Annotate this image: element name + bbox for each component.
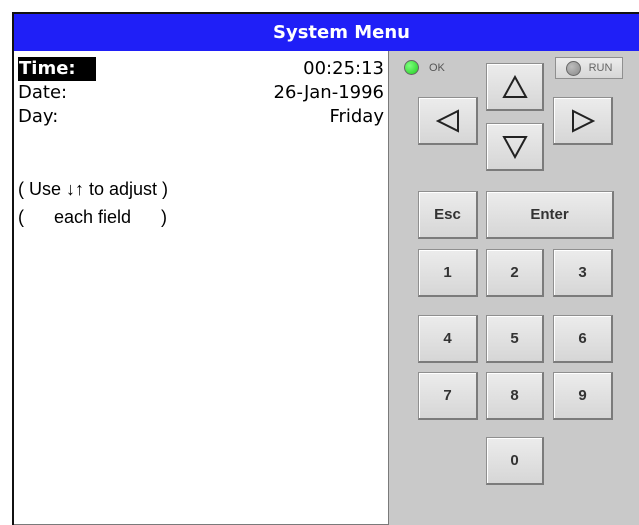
ok-label: OK (429, 61, 445, 74)
left-triangle-icon (435, 108, 460, 133)
up-triangle-icon (501, 74, 528, 99)
digit-8-button[interactable]: 8 (486, 372, 544, 420)
digit-7-label: 7 (443, 387, 452, 404)
run-led-icon (565, 60, 581, 76)
digit-9-label: 9 (578, 387, 587, 404)
right-arrow-button[interactable] (553, 97, 613, 145)
digit-2-button[interactable]: 2 (486, 249, 544, 297)
enter-label: Enter (530, 206, 569, 223)
ok-led-icon (404, 60, 419, 75)
run-indicator: RUN (555, 57, 623, 79)
digit-2-label: 2 (510, 264, 519, 281)
digit-5-label: 5 (510, 330, 519, 347)
digit-8-label: 8 (510, 387, 519, 404)
digit-4-button[interactable]: 4 (418, 315, 478, 363)
digit-5-button[interactable]: 5 (486, 315, 544, 363)
window-title: System Menu (273, 22, 410, 43)
digit-4-label: 4 (443, 330, 452, 347)
left-arrow-button[interactable] (418, 97, 478, 145)
digit-9-button[interactable]: 9 (553, 372, 613, 420)
digit-6-label: 6 (578, 330, 587, 347)
down-triangle-icon (501, 135, 528, 159)
digit-0-button[interactable]: 0 (486, 437, 544, 485)
digit-1-button[interactable]: 1 (418, 249, 478, 297)
hint-line-1: ( Use ↓↑ to adjust ) (18, 179, 169, 199)
time-row[interactable]: Time: 00:25:13 (18, 57, 384, 81)
ok-indicator: OK (404, 60, 445, 75)
esc-label: Esc (434, 206, 461, 223)
hint-line-2: ( each field ) (18, 207, 168, 227)
day-value: Friday (329, 106, 384, 127)
digit-7-button[interactable]: 7 (418, 372, 478, 420)
digit-0-label: 0 (510, 452, 519, 469)
date-label: Date: (18, 82, 68, 103)
time-label: Time: (18, 57, 96, 81)
run-label: RUN (588, 62, 613, 74)
enter-button[interactable]: Enter (486, 191, 614, 239)
digit-3-button[interactable]: 3 (553, 249, 613, 297)
digit-6-button[interactable]: 6 (553, 315, 613, 363)
day-label: Day: (18, 106, 59, 127)
keypad-panel: OK RUN Esc Enter 1 2 3 4 5 6 7 8 9 0 (390, 51, 639, 525)
esc-button[interactable]: Esc (418, 191, 478, 239)
display-screen: Time: 00:25:13 Date: 26-Jan-1996 Day: Fr… (14, 51, 389, 525)
title-bar: System Menu (14, 14, 639, 51)
date-value: 26-Jan-1996 (273, 82, 384, 103)
up-arrow-button[interactable] (486, 63, 544, 111)
digit-1-label: 1 (443, 264, 452, 281)
digit-3-label: 3 (578, 264, 587, 281)
down-arrow-button[interactable] (486, 123, 544, 171)
day-row[interactable]: Day: Friday (18, 105, 384, 129)
time-value: 00:25:13 (303, 58, 384, 79)
right-triangle-icon (571, 108, 595, 133)
date-row[interactable]: Date: 26-Jan-1996 (18, 81, 384, 105)
